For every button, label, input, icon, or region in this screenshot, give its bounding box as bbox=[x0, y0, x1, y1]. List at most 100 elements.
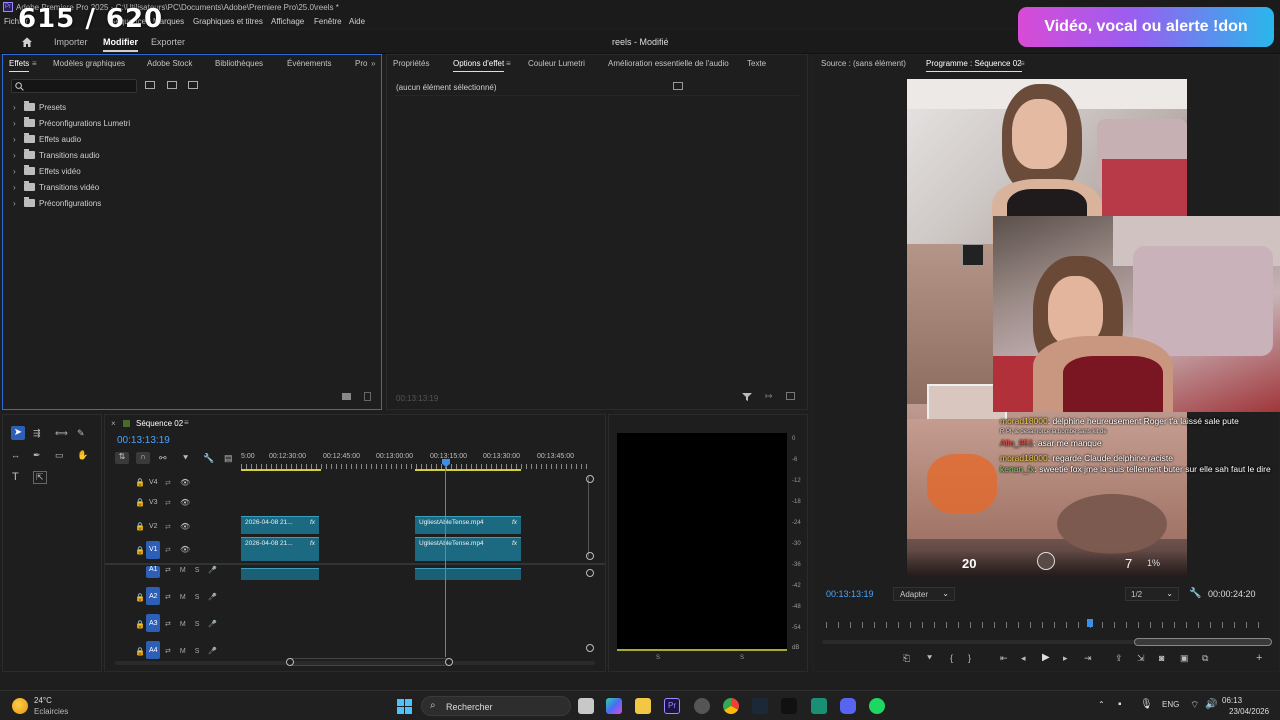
play-icon[interactable]: ▶ bbox=[1042, 652, 1050, 663]
video-tracks-scrollbar[interactable] bbox=[588, 477, 596, 557]
track-select-tool-icon[interactable]: ⇶ bbox=[33, 428, 41, 439]
vr-icon[interactable]: ⧉ bbox=[1202, 653, 1208, 664]
tab-effets[interactable]: Effets bbox=[9, 59, 30, 72]
resolution-select[interactable]: 1/2 ⌄ bbox=[1125, 587, 1179, 601]
marker-icon[interactable]: ⯆ bbox=[926, 653, 933, 664]
timeline-timecode[interactable]: 00:13:13:19 bbox=[117, 435, 170, 446]
copilot-icon[interactable] bbox=[606, 698, 622, 714]
menu-graphiques[interactable]: Graphiques et titres bbox=[193, 17, 263, 26]
tab-adobe-stock[interactable]: Adobe Stock bbox=[147, 59, 192, 68]
track-label-a3[interactable]: A3 bbox=[149, 620, 158, 627]
eye-icon[interactable]: 👁 bbox=[180, 545, 190, 554]
discord-icon[interactable] bbox=[840, 698, 856, 714]
sync-lock-icon[interactable]: ⇄ bbox=[165, 479, 171, 487]
tab-modeles-graphiques[interactable]: Modèles graphiques bbox=[53, 59, 125, 68]
scroll-handle-icon[interactable] bbox=[286, 658, 294, 666]
slip-tool-icon[interactable]: ↔ bbox=[11, 450, 20, 460]
chevron-right-icon[interactable]: » bbox=[371, 59, 375, 68]
weather-icon[interactable] bbox=[12, 698, 28, 714]
windows-start-icon[interactable] bbox=[397, 699, 412, 714]
trash-icon[interactable] bbox=[364, 392, 371, 401]
panel-menu-icon[interactable]: ≡ bbox=[506, 59, 511, 68]
microphone-icon[interactable]: 🎙 bbox=[1140, 699, 1153, 710]
panel-menu-icon[interactable]: ≡ bbox=[1020, 59, 1025, 68]
app-tray-icon[interactable]: ▪ bbox=[1118, 699, 1122, 710]
playhead-marker-icon[interactable] bbox=[1087, 619, 1093, 627]
track-label-a2[interactable]: A2 bbox=[149, 593, 158, 600]
language-indicator[interactable]: ENG bbox=[1162, 700, 1179, 709]
mark-out-icon[interactable]: } bbox=[968, 653, 971, 663]
rectangle-tool-icon[interactable]: ▭ bbox=[55, 450, 64, 461]
premiere-pro-icon[interactable]: Pr bbox=[664, 698, 680, 714]
timeline-scroll-handle[interactable] bbox=[287, 658, 449, 666]
audio-track-controls[interactable]: ⇄MS🎤 bbox=[165, 620, 226, 628]
export-icon[interactable]: ↦ bbox=[765, 391, 773, 402]
tab-bibliotheques[interactable]: Bibliothèques bbox=[215, 59, 263, 68]
tree-transitions-video[interactable]: › Transitions vidéo bbox=[13, 181, 99, 195]
lock-icon[interactable]: 🔒 bbox=[135, 498, 145, 507]
accelerated-effects-icon[interactable] bbox=[145, 81, 155, 89]
tree-transitions-audio[interactable]: › Transitions audio bbox=[13, 149, 100, 163]
meter-channel-right[interactable]: S bbox=[740, 655, 744, 661]
spotify-icon[interactable] bbox=[869, 698, 885, 714]
extract-icon[interactable]: ⇲ bbox=[1137, 653, 1145, 664]
sync-lock-icon[interactable]: ⇄ bbox=[165, 499, 171, 507]
insert-icon[interactable]: ⎗ bbox=[903, 653, 910, 664]
tab-options-effet[interactable]: Options d'effet bbox=[453, 59, 505, 72]
track-label-a1[interactable]: A1 bbox=[149, 566, 158, 573]
obs-icon[interactable] bbox=[694, 698, 710, 714]
tree-effets-video[interactable]: › Effets vidéo bbox=[13, 165, 81, 179]
caption-tool-icon[interactable]: ⇱ bbox=[33, 471, 47, 484]
track-label-v3[interactable]: V3 bbox=[149, 499, 158, 506]
lock-icon[interactable]: 🔒 bbox=[135, 620, 145, 629]
zoom-scroll-handle[interactable] bbox=[1134, 638, 1272, 646]
eye-icon[interactable]: 👁 bbox=[180, 498, 190, 507]
tree-lumetri[interactable]: › Préconfigurations Lumetri bbox=[13, 117, 130, 131]
yuv-effects-icon[interactable] bbox=[188, 81, 198, 89]
tab-programme[interactable]: Programme : Séquence 02 bbox=[926, 59, 1022, 72]
tab-evenements[interactable]: Événements bbox=[287, 59, 331, 68]
hand-tool-icon[interactable]: ✋ bbox=[77, 450, 88, 461]
tab-pro[interactable]: Pro bbox=[355, 59, 367, 68]
tree-presets[interactable]: › Presets bbox=[13, 101, 66, 115]
scroll-handle-icon[interactable] bbox=[586, 644, 594, 652]
workspace-tab-modifier[interactable]: Modifier bbox=[103, 37, 138, 52]
eye-icon[interactable]: 👁 bbox=[180, 522, 190, 531]
clip-a1-a[interactable] bbox=[241, 568, 319, 580]
weather-desc[interactable]: Eclaircies bbox=[34, 707, 68, 716]
clip-v2-b[interactable]: UgliestAbleTense.mp4 fx bbox=[415, 516, 521, 534]
track-label-v1[interactable]: V1 bbox=[149, 546, 158, 553]
volume-icon[interactable]: 🔊 bbox=[1205, 699, 1217, 710]
menu-aide[interactable]: Aide bbox=[349, 17, 365, 26]
sync-lock-icon[interactable]: ⇄ bbox=[165, 546, 171, 554]
program-ruler[interactable] bbox=[826, 622, 1270, 628]
razor-tool-icon[interactable]: ✎ bbox=[77, 428, 85, 439]
playhead-line[interactable] bbox=[445, 467, 446, 657]
scroll-handle-icon[interactable] bbox=[586, 475, 594, 483]
wrench-icon[interactable]: 🔧 bbox=[1189, 588, 1201, 599]
panel-menu-icon[interactable]: ≡ bbox=[184, 418, 189, 427]
type-tool-icon[interactable]: T bbox=[12, 471, 19, 483]
tree-effets-audio[interactable]: › Effets audio bbox=[13, 133, 81, 147]
lock-icon[interactable]: 🔒 bbox=[135, 478, 145, 487]
audio-track-controls[interactable]: ⇄MS🎤 bbox=[165, 566, 226, 574]
mark-in-icon[interactable]: { bbox=[950, 653, 953, 663]
filter-icon[interactable] bbox=[742, 392, 752, 402]
taskbar-search[interactable]: ⌕ Rechercher bbox=[421, 696, 571, 716]
home-icon[interactable] bbox=[21, 36, 33, 48]
chrome-icon[interactable] bbox=[723, 698, 739, 714]
clock-date[interactable]: 23/04/2026 bbox=[1229, 707, 1269, 716]
clip-a1-b[interactable] bbox=[415, 568, 521, 580]
effects-search-input[interactable] bbox=[11, 79, 137, 93]
tab-proprietes[interactable]: Propriétés bbox=[393, 59, 429, 68]
workspace-tab-importer[interactable]: Importer bbox=[54, 37, 88, 47]
settings-icon[interactable]: 🔧 bbox=[203, 453, 214, 464]
step-forward-icon[interactable]: ▸ bbox=[1063, 653, 1068, 664]
fit-select[interactable]: Adapter ⌄ bbox=[893, 587, 955, 601]
menu-fenetre[interactable]: Fenêtre bbox=[314, 17, 342, 26]
tab-amelioration-audio[interactable]: Amélioration essentielle de l'audio bbox=[608, 59, 729, 68]
linked-selection-icon[interactable]: ⚯ bbox=[159, 453, 167, 464]
render-icon[interactable] bbox=[786, 392, 795, 400]
workspace-tab-exporter[interactable]: Exporter bbox=[151, 37, 185, 47]
scroll-handle-icon[interactable] bbox=[586, 552, 594, 560]
